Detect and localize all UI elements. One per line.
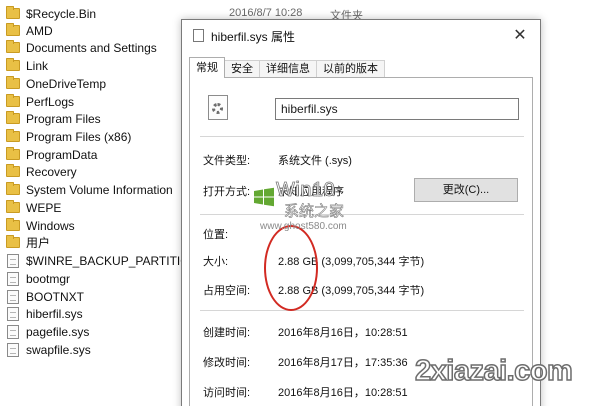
file-icon	[7, 306, 19, 321]
folder-item[interactable]: ProgramData	[6, 146, 97, 163]
properties-dialog: hiberfil.sys 属性 ✕ 常规 安全 详细信息 以前的版本 hiber…	[181, 19, 541, 406]
tab-previous-versions[interactable]: 以前的版本	[316, 60, 385, 78]
system-file-icon	[208, 95, 228, 120]
accessed-label: 访问时间:	[203, 387, 251, 399]
folder-item[interactable]: WEPE	[6, 199, 61, 216]
folder-item[interactable]: Program Files	[6, 110, 101, 127]
divider	[200, 136, 524, 137]
folder-icon	[6, 164, 20, 177]
change-button[interactable]: 更改(C)...	[414, 178, 518, 202]
filename-input[interactable]: hiberfil.sys	[275, 98, 519, 120]
folder-icon	[6, 235, 20, 248]
watermark-url: www.ghost580.com	[260, 221, 347, 232]
item-name: ProgramData	[26, 147, 98, 162]
item-name: hiberfil.sys	[26, 306, 83, 321]
watermark-system-home: 系统之家	[284, 203, 345, 221]
item-name: pagefile.sys	[26, 324, 90, 339]
open-with-label: 打开方式:	[203, 186, 251, 198]
folder-icon	[6, 129, 20, 142]
file-item[interactable]: bootmgr	[6, 270, 70, 287]
tab-strip: 常规 安全 详细信息 以前的版本	[189, 57, 385, 78]
file-item[interactable]: swapfile.sys	[6, 341, 91, 358]
folder-item[interactable]: AMD	[6, 22, 53, 39]
folder-item[interactable]: Windows	[6, 217, 75, 234]
file-icon	[7, 324, 19, 339]
folder-icon	[6, 58, 20, 71]
item-name: WEPE	[26, 200, 62, 215]
highlight-ellipse	[264, 225, 318, 311]
created-value: 2016年8月16日，10:28:51	[278, 327, 408, 339]
file-item[interactable]: hiberfil.sys	[6, 305, 83, 322]
folder-item[interactable]: System Volume Information	[6, 181, 173, 198]
dialog-title: hiberfil.sys 属性	[211, 30, 296, 44]
file-type-label: 文件类型:	[203, 155, 251, 167]
folder-item[interactable]: OneDriveTemp	[6, 75, 106, 92]
file-icon	[7, 342, 19, 357]
watermark-win10: Win10	[276, 179, 336, 202]
item-name: OneDriveTemp	[26, 76, 107, 91]
folder-icon	[6, 94, 20, 107]
folder-icon	[6, 23, 20, 36]
accessed-value: 2016年8月16日，10:28:51	[278, 387, 408, 399]
folder-icon	[6, 200, 20, 213]
item-name: $Recycle.Bin	[26, 6, 97, 21]
folder-icon	[6, 218, 20, 231]
divider	[200, 214, 524, 215]
folder-icon	[6, 40, 20, 53]
size-label: 大小:	[203, 256, 229, 268]
item-name: bootmgr	[26, 271, 71, 286]
file-icon	[7, 271, 19, 286]
watermark-site: 2xiazai.com	[414, 354, 573, 388]
item-name: Documents and Settings	[26, 40, 157, 55]
modified-value: 2016年8月17日，17:35:36	[278, 357, 408, 369]
tab-details[interactable]: 详细信息	[259, 60, 317, 78]
file-icon	[193, 29, 204, 42]
folder-icon	[6, 76, 20, 89]
folder-icon	[6, 147, 20, 160]
gear-icon	[212, 103, 223, 114]
item-name: Link	[26, 58, 49, 73]
file-icon	[7, 289, 19, 304]
dialog-titlebar[interactable]: hiberfil.sys 属性 ✕	[182, 20, 540, 52]
folder-item[interactable]: Program Files (x86)	[6, 128, 131, 145]
folder-item[interactable]: PerfLogs	[6, 93, 74, 110]
folder-icon	[6, 111, 20, 124]
item-name: PerfLogs	[26, 94, 75, 109]
folder-item[interactable]: Link	[6, 57, 48, 74]
folder-item[interactable]: Documents and Settings	[6, 39, 157, 56]
windows-logo-icon	[254, 187, 274, 207]
modified-label: 修改时间:	[203, 357, 251, 369]
item-name: AMD	[26, 23, 53, 38]
tab-general[interactable]: 常规	[189, 57, 225, 78]
item-name: Windows	[26, 218, 75, 233]
size-on-disk-label: 占用空间:	[203, 285, 251, 297]
folder-item[interactable]: 用户	[6, 234, 50, 251]
item-name: BOOTNXT	[26, 289, 85, 304]
location-label: 位置:	[203, 229, 229, 241]
folder-item[interactable]: Recovery	[6, 163, 77, 180]
file-item[interactable]: BOOTNXT	[6, 288, 84, 305]
item-name: Recovery	[26, 164, 77, 179]
divider	[200, 310, 524, 311]
folder-icon	[6, 6, 20, 19]
file-type-value: 系统文件 (.sys)	[278, 155, 352, 167]
folder-item[interactable]: $Recycle.Bin	[6, 5, 96, 22]
file-item[interactable]: pagefile.sys	[6, 323, 89, 340]
item-name: swapfile.sys	[26, 342, 91, 357]
item-name: Program Files (x86)	[26, 129, 132, 144]
file-icon	[7, 253, 19, 268]
file-list: $Recycle.Bin AMD Documents and Settings Lin…	[0, 0, 212, 406]
item-name: Program Files	[26, 111, 101, 126]
recycle-bin-date: 2016/8/7 10:28	[229, 7, 303, 19]
created-label: 创建时间:	[203, 327, 251, 339]
tab-security[interactable]: 安全	[224, 60, 260, 78]
item-name: System Volume Information	[26, 182, 173, 197]
close-button[interactable]: ✕	[508, 24, 532, 48]
folder-icon	[6, 182, 20, 195]
item-name: 用户	[26, 236, 51, 250]
